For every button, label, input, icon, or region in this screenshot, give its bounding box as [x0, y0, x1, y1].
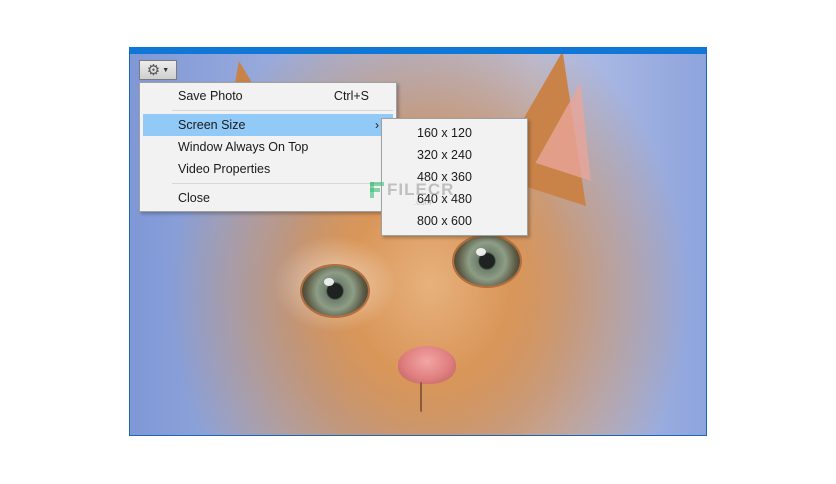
chevron-right-icon: ›	[375, 118, 379, 132]
settings-menu-button[interactable]: ⚙ ▼	[139, 60, 177, 80]
kitten-nose	[398, 346, 456, 384]
menu-item-label: Video Properties	[178, 162, 271, 176]
watermark-text: FILECR	[387, 180, 455, 199]
menu-item-label: Close	[178, 191, 210, 205]
context-menu: Save Photo Ctrl+S Screen Size › Window A…	[139, 82, 397, 212]
submenu-item-label: 160 x 120	[417, 126, 472, 140]
submenu-item-label: 320 x 240	[417, 148, 472, 162]
screen-size-submenu: 160 x 120 320 x 240 480 x 360 640 x 480 …	[381, 118, 528, 236]
menu-item-label: Window Always On Top	[178, 140, 309, 154]
submenu-item-160x120[interactable]: 160 x 120	[385, 122, 524, 144]
menu-separator	[172, 110, 393, 111]
kitten-mouth	[420, 382, 436, 412]
menu-item-label: Save Photo	[178, 89, 243, 103]
menu-item-screen-size[interactable]: Screen Size ›	[143, 114, 393, 136]
menu-item-close[interactable]: Close	[143, 187, 393, 209]
submenu-item-800x600[interactable]: 800 x 600	[385, 210, 524, 232]
menu-item-video-properties[interactable]: Video Properties	[143, 158, 393, 180]
kitten-eye-right	[454, 236, 520, 286]
watermark-logo-icon	[370, 180, 384, 198]
watermark-suffix: .com	[414, 198, 432, 207]
caret-down-icon: ▼	[162, 66, 170, 74]
submenu-item-label: 800 x 600	[417, 214, 472, 228]
menu-separator	[172, 183, 393, 184]
watermark: FILECR .com	[370, 180, 455, 207]
webcam-window: ⚙ ▼ Save Photo Ctrl+S Screen Size › Wind…	[129, 47, 707, 436]
gear-icon: ⚙	[146, 61, 161, 79]
menu-item-label: Screen Size	[178, 118, 246, 132]
menu-item-shortcut: Ctrl+S	[333, 89, 369, 103]
kitten-eye-left	[302, 266, 368, 316]
menu-item-save-photo[interactable]: Save Photo Ctrl+S	[143, 85, 393, 107]
submenu-item-320x240[interactable]: 320 x 240	[385, 144, 524, 166]
menu-item-window-always-on-top[interactable]: Window Always On Top	[143, 136, 393, 158]
